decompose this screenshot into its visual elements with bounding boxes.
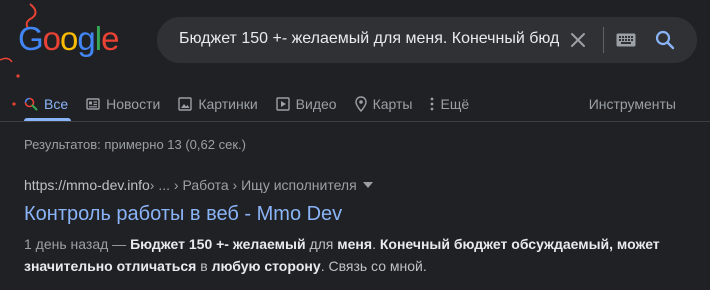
snippet-text: . Связь со мной. — [320, 258, 427, 274]
header-divider — [0, 121, 710, 122]
google-results-page: Google Бюджет 150 +- желаемый для меня. … — [0, 0, 710, 290]
snippet-text: в — [196, 258, 212, 274]
search-box[interactable]: Бюджет 150 +- желаемый для меня. Конечны… — [157, 17, 697, 63]
logo-letter: e — [101, 20, 119, 57]
keyboard-icon — [616, 33, 636, 47]
map-pin-icon — [354, 96, 367, 112]
more-vert-icon — [430, 97, 434, 111]
tab-label: Картинки — [198, 96, 258, 112]
snippet-bold: Бюджет 150 +- желаемый — [130, 236, 306, 252]
close-icon — [571, 33, 585, 47]
tab-video[interactable]: Видео — [275, 92, 337, 116]
keyboard-button[interactable] — [614, 30, 638, 50]
result-url[interactable]: https://mmo-dev.info › ... › Работа › Ищ… — [24, 175, 694, 195]
snippet-bold: меня — [337, 236, 373, 252]
search-result: https://mmo-dev.info › ... › Работа › Ищ… — [24, 175, 694, 277]
tools-button[interactable]: Инструменты — [589, 92, 676, 116]
logo-letter: o — [42, 20, 61, 57]
video-icon — [275, 97, 290, 111]
tools-label: Инструменты — [588, 96, 676, 112]
tab-label: Видео — [295, 96, 337, 112]
tab-label: Карты — [372, 96, 413, 112]
logo-letter: g — [77, 20, 95, 57]
news-icon — [86, 97, 100, 111]
result-title-link[interactable]: Контроль работы в веб - Mmo Dev — [24, 201, 342, 227]
tab-all[interactable]: Все — [24, 92, 68, 116]
search-input[interactable]: Бюджет 150 +- желаемый для меня. Конечны… — [179, 30, 559, 48]
search-tabs: Все Новости Картинки Видео Карты Ещё — [24, 92, 487, 116]
snippet-text: . — [372, 236, 380, 252]
tab-maps[interactable]: Карты — [354, 92, 413, 116]
result-menu-button[interactable] — [362, 182, 373, 188]
tab-images[interactable]: Картинки — [178, 92, 258, 116]
search-icon — [655, 30, 675, 50]
result-stats: Результатов: примерно 13 (0,62 сек.) — [24, 137, 246, 152]
clear-search-button[interactable] — [566, 28, 590, 52]
logo-letter: o — [60, 20, 78, 57]
logo-letter: G — [18, 20, 44, 57]
caret-down-icon — [362, 182, 373, 188]
tab-label: Все — [44, 96, 69, 112]
snippet-bold: любую сторону — [211, 258, 321, 274]
result-breadcrumb: › ... › Работа › Ищу исполнителя — [149, 177, 357, 193]
google-logo[interactable]: Google — [18, 20, 119, 57]
result-snippet: 1 день назад — Бюджет 150 +- желаемый дл… — [24, 233, 664, 277]
search-divider — [603, 27, 604, 53]
image-icon — [178, 97, 193, 111]
snippet-text: для — [305, 236, 338, 252]
tab-more[interactable]: Ещё — [430, 92, 469, 116]
result-site: https://mmo-dev.info — [24, 177, 150, 193]
tab-label: Новости — [106, 96, 161, 112]
tab-news[interactable]: Новости — [86, 92, 160, 116]
tab-label: Ещё — [440, 96, 470, 112]
search-icon — [24, 97, 38, 111]
search-button[interactable] — [653, 28, 677, 52]
result-date: 1 день назад — — [24, 236, 131, 252]
